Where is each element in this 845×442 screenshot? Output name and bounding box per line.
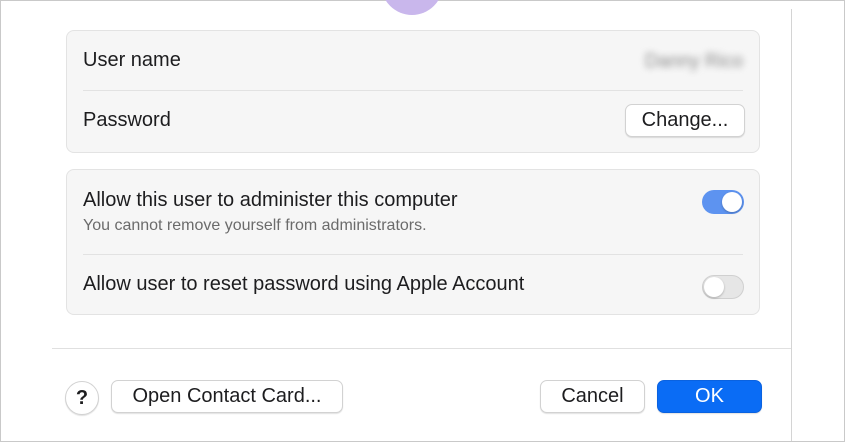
user-name-row: User name Danny Rico: [67, 31, 759, 91]
ok-button[interactable]: OK: [657, 380, 762, 413]
user-avatar: [381, 0, 443, 15]
reset-password-toggle[interactable]: [702, 275, 744, 299]
reset-password-row: Allow user to reset password using Apple…: [67, 255, 759, 315]
window-edge-divider: [791, 9, 792, 441]
admin-permission-note: You cannot remove yourself from administ…: [83, 217, 427, 234]
change-password-button[interactable]: Change...: [625, 104, 745, 137]
admin-permission-label: Allow this user to administer this compu…: [83, 189, 458, 211]
user-name-label: User name: [83, 49, 181, 71]
toggle-knob: [704, 277, 724, 297]
user-name-value: Danny Rico: [644, 51, 743, 72]
password-label: Password: [83, 109, 171, 131]
help-button[interactable]: ?: [65, 381, 99, 415]
permissions-group: Allow this user to administer this compu…: [66, 169, 760, 315]
admin-row: Allow this user to administer this compu…: [67, 170, 759, 254]
open-contact-card-button[interactable]: Open Contact Card...: [111, 380, 343, 413]
password-row: Password Change...: [67, 91, 759, 153]
toggle-knob: [722, 192, 742, 212]
footer-divider: [52, 348, 791, 349]
cancel-button[interactable]: Cancel: [540, 380, 645, 413]
reset-password-label: Allow user to reset password using Apple…: [83, 273, 525, 295]
admin-toggle[interactable]: [702, 190, 744, 214]
account-info-group: User name Danny Rico Password Change...: [66, 30, 760, 153]
dialog-window: User name Danny Rico Password Change... …: [0, 0, 845, 442]
